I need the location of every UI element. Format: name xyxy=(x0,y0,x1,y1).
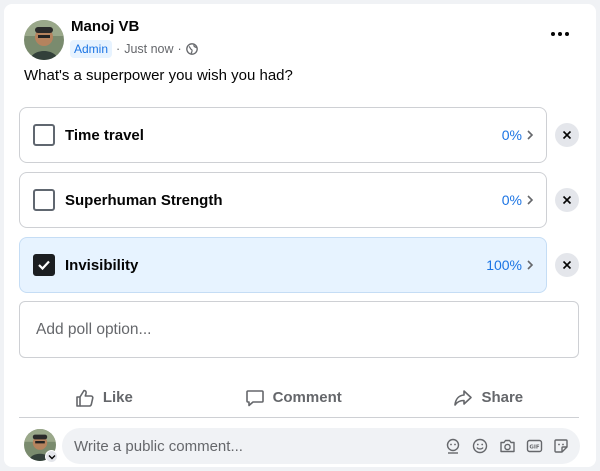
comment-label: Comment xyxy=(272,389,342,406)
poll-option-percent[interactable]: 100% xyxy=(486,257,534,273)
chevron-right-icon xyxy=(527,130,534,140)
more-options-icon[interactable] xyxy=(544,24,576,44)
close-icon xyxy=(562,130,572,140)
remove-option-button[interactable] xyxy=(555,188,579,212)
camera-icon[interactable] xyxy=(498,437,516,455)
percent-value: 0% xyxy=(501,192,522,208)
comment-icon xyxy=(245,389,264,406)
percent-value: 100% xyxy=(486,257,522,273)
remove-option-button[interactable] xyxy=(555,253,579,277)
poll-question: What's a superpower you wish you had? xyxy=(24,67,293,84)
percent-value: 0% xyxy=(501,127,522,143)
comment-input[interactable] xyxy=(74,437,444,455)
checkbox-icon[interactable] xyxy=(33,124,55,146)
comment-box: GIF xyxy=(62,428,580,464)
checkbox-checked-icon[interactable] xyxy=(33,254,55,276)
poll-option-time-travel[interactable]: Time travel 0% xyxy=(19,107,547,163)
add-poll-option-input[interactable] xyxy=(19,301,579,358)
poll-option-percent[interactable]: 0% xyxy=(502,192,534,208)
admin-badge: Admin xyxy=(70,40,113,58)
close-icon xyxy=(562,260,572,270)
remove-option-button[interactable] xyxy=(555,123,579,147)
poll-option-label: Invisibility xyxy=(65,256,139,274)
meta-separator-2: · xyxy=(177,42,182,56)
share-icon xyxy=(454,389,473,406)
post-card: Manoj VB Admin · Just now · What's a sup… xyxy=(4,4,596,467)
author-avatar[interactable] xyxy=(24,20,64,60)
avatar-sticker-icon[interactable] xyxy=(444,437,462,455)
poll-option-percent[interactable]: 0% xyxy=(502,127,534,143)
post-time[interactable]: Just now xyxy=(124,42,173,56)
chevron-right-icon xyxy=(527,260,534,270)
chevron-right-icon xyxy=(527,195,534,205)
comment-button[interactable]: Comment xyxy=(225,382,362,414)
comment-tools: GIF xyxy=(444,437,570,455)
like-button[interactable]: Like xyxy=(55,382,153,414)
chevron-down-icon[interactable] xyxy=(45,450,58,463)
thumbs-up-icon xyxy=(76,389,94,407)
like-label: Like xyxy=(102,389,133,406)
meta-separator: · xyxy=(116,42,121,56)
poll-option-label: Superhuman Strength xyxy=(65,191,223,209)
globe-icon[interactable] xyxy=(185,43,198,55)
author-name[interactable]: Manoj VB xyxy=(71,18,139,35)
share-label: Share xyxy=(481,389,524,406)
gif-icon[interactable]: GIF xyxy=(525,437,543,455)
checkbox-icon[interactable] xyxy=(33,189,55,211)
post-actions: Like Comment Share xyxy=(19,378,579,418)
sticker-icon[interactable] xyxy=(552,437,570,455)
post-meta: Admin · Just now · xyxy=(70,40,198,58)
poll-option-superhuman-strength[interactable]: Superhuman Strength 0% xyxy=(19,172,547,228)
svg-text:GIF: GIF xyxy=(529,445,540,451)
close-icon xyxy=(562,195,572,205)
emoji-icon[interactable] xyxy=(471,437,489,455)
poll-option-label: Time travel xyxy=(65,126,144,144)
poll-option-invisibility[interactable]: Invisibility 100% xyxy=(19,237,547,293)
share-button[interactable]: Share xyxy=(433,382,543,414)
